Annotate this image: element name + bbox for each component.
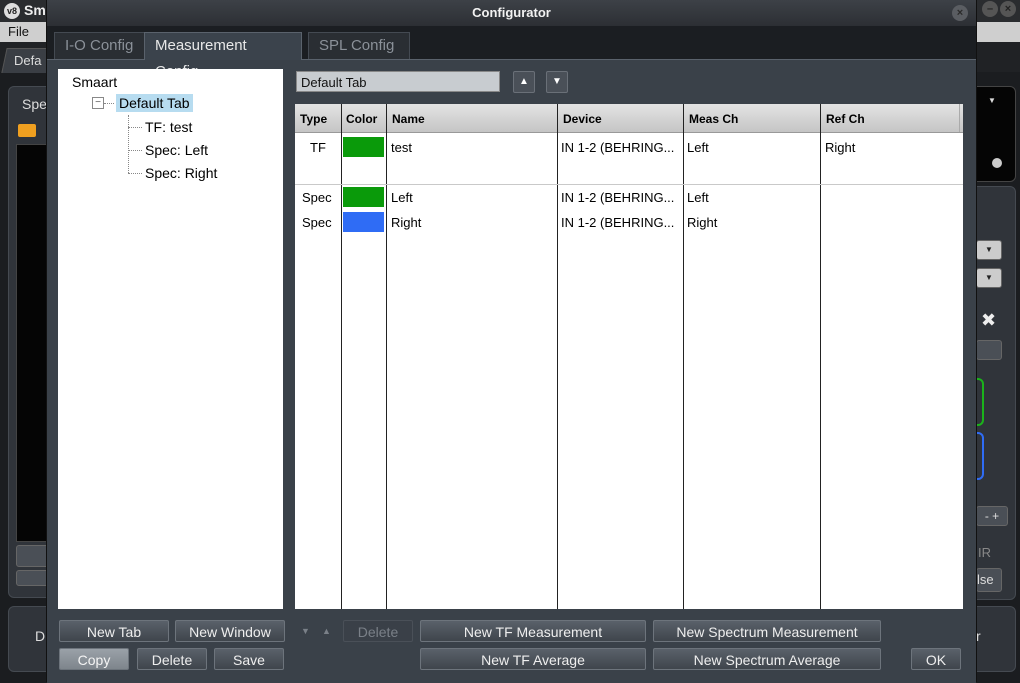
cell-device[interactable]: IN 1-2 (BEHRING... <box>561 215 674 230</box>
delete-measurement-button[interactable]: Delete <box>343 620 413 642</box>
row-group-separator <box>295 184 963 185</box>
else-button[interactable]: lse <box>976 568 1002 592</box>
collapse-icon[interactable]: − <box>92 97 104 109</box>
plus-minus-control[interactable]: - + <box>976 506 1008 526</box>
cell-type[interactable]: TF <box>310 140 326 155</box>
cell-ref-ch[interactable]: Right <box>825 140 855 155</box>
right-button[interactable] <box>976 340 1002 360</box>
close-icon[interactable]: × <box>1000 1 1016 17</box>
tab-io-config[interactable]: I-O Config <box>54 32 148 59</box>
column-header-name[interactable]: Name <box>392 112 425 126</box>
column-header-ref-ch[interactable]: Ref Ch <box>826 112 865 126</box>
background-app-title: Sm <box>24 2 46 18</box>
tree-item-tf-test[interactable]: TF: test <box>145 119 192 135</box>
folder-icon[interactable] <box>18 124 36 137</box>
ok-button[interactable]: OK <box>911 648 961 670</box>
dialog-title: Configurator <box>472 5 551 20</box>
measurement-table: Type Color Name Device Meas Ch Ref Ch TF… <box>295 104 963 609</box>
column-header-color[interactable]: Color <box>346 112 377 126</box>
column-divider <box>386 104 387 609</box>
cell-device[interactable]: IN 1-2 (BEHRING... <box>561 140 674 155</box>
new-tf-measurement-button[interactable]: New TF Measurement <box>420 620 646 642</box>
new-window-button[interactable]: New Window <box>175 620 285 642</box>
move-up-icon[interactable]: ▲ <box>513 71 535 93</box>
tree-item-spec-right[interactable]: Spec: Right <box>145 165 217 181</box>
indicator-icon <box>992 158 1002 168</box>
save-button[interactable]: Save <box>214 648 284 670</box>
right-dropdown-1[interactable]: ▼ <box>976 240 1002 260</box>
dialog-close-icon[interactable]: × <box>952 5 968 21</box>
cell-name[interactable]: Left <box>391 190 413 205</box>
column-divider <box>820 104 821 609</box>
move-down-disabled-icon: ▼ <box>301 626 310 636</box>
delete-tab-button[interactable]: Delete <box>137 648 207 670</box>
copy-button[interactable]: Copy <box>59 648 129 670</box>
column-divider <box>683 104 684 609</box>
column-divider <box>557 104 558 609</box>
app-logo-icon: v8 <box>4 3 20 19</box>
tree-root[interactable]: Smaart <box>72 74 117 90</box>
minimize-icon[interactable]: – <box>982 1 998 17</box>
new-spectrum-average-button[interactable]: New Spectrum Average <box>653 648 881 670</box>
background-left-bottom-label: D <box>35 628 46 644</box>
new-spectrum-measurement-button[interactable]: New Spectrum Measurement <box>653 620 881 642</box>
column-header-device[interactable]: Device <box>563 112 602 126</box>
tab-tree-panel[interactable]: Smaart − Default Tab TF: test Spec: Left… <box>58 69 283 609</box>
cell-meas-ch[interactable]: Right <box>687 215 717 230</box>
tree-item-default-tab[interactable]: Default Tab <box>116 94 193 112</box>
cell-meas-ch[interactable]: Left <box>687 190 709 205</box>
tree-item-spec-left[interactable]: Spec: Left <box>145 142 208 158</box>
color-swatch[interactable] <box>343 187 384 207</box>
tree-connector <box>104 103 114 104</box>
tree-connector <box>128 115 129 173</box>
menu-file[interactable]: File <box>8 24 29 39</box>
tree-connector <box>128 173 142 174</box>
tab-name-field[interactable]: Default Tab <box>296 71 500 92</box>
new-tab-button[interactable]: New Tab <box>59 620 169 642</box>
background-panel-label: Spe <box>22 96 47 112</box>
column-header-meas-ch[interactable]: Meas Ch <box>689 112 738 126</box>
cell-device[interactable]: IN 1-2 (BEHRING... <box>561 190 674 205</box>
column-divider <box>959 104 960 132</box>
color-swatch[interactable] <box>343 212 384 232</box>
cell-name[interactable]: Right <box>391 215 421 230</box>
tools-icon[interactable]: ✖ <box>981 310 996 331</box>
cell-name[interactable]: test <box>391 140 412 155</box>
move-down-icon[interactable]: ▼ <box>546 71 568 93</box>
color-swatch[interactable] <box>343 137 384 157</box>
background-tab-label: Defa <box>14 53 42 68</box>
ir-button[interactable]: IR <box>978 545 991 560</box>
tab-spl-config[interactable]: SPL Config <box>308 32 410 59</box>
cell-type[interactable]: Spec <box>302 215 332 230</box>
cell-type[interactable]: Spec <box>302 190 332 205</box>
tree-connector <box>128 150 142 151</box>
column-divider <box>341 104 342 609</box>
move-up-disabled-icon: ▲ <box>322 626 331 636</box>
new-tf-average-button[interactable]: New TF Average <box>420 648 646 670</box>
dropdown-arrow-icon[interactable]: ▼ <box>988 96 996 105</box>
tree-connector <box>128 127 142 128</box>
cell-meas-ch[interactable]: Left <box>687 140 709 155</box>
column-header-type[interactable]: Type <box>300 112 327 126</box>
tab-measurement-config[interactable]: Measurement Config <box>144 32 302 80</box>
right-dropdown-2[interactable]: ▼ <box>976 268 1002 288</box>
background-right-bottom-panel <box>976 606 1016 672</box>
